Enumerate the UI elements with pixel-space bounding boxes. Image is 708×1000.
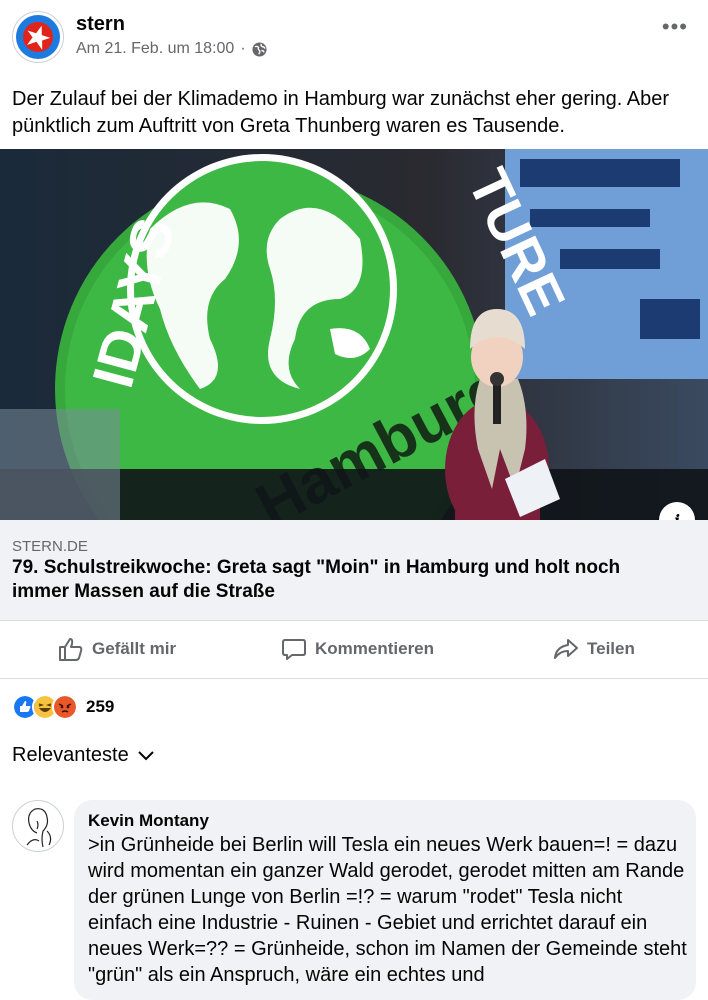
- page-avatar[interactable]: [12, 11, 64, 63]
- sort-label: Relevanteste: [12, 744, 129, 766]
- post-meta: Am 21. Feb. um 18:00 ·: [76, 40, 267, 58]
- page-name[interactable]: stern: [76, 13, 125, 36]
- post-timestamp[interactable]: Am 21. Feb. um 18:00: [76, 40, 234, 58]
- post-header: stern Am 21. Feb. um 18:00 · •••: [0, 0, 708, 80]
- meta-separator: ·: [240, 40, 246, 57]
- link-title[interactable]: 79. Schulstreikwoche: Greta sagt "Moin" …: [12, 556, 682, 604]
- photo-illustration: IDAYS TURE Hamburg: [0, 149, 708, 520]
- like-label: Gefällt mir: [92, 639, 177, 658]
- comment-button[interactable]: Kommentieren: [281, 636, 434, 662]
- angry-reaction-icon: [52, 694, 78, 720]
- link-preview[interactable]: STERN.DE 79. Schulstreikwoche: Greta sag…: [0, 520, 708, 621]
- reaction-summary[interactable]: 259: [12, 694, 114, 720]
- chevron-down-icon: [138, 750, 154, 760]
- post-text: Der Zulauf bei der Klimademo in Hamburg …: [12, 88, 669, 137]
- comment-text: >in Grünheide bei Berlin will Tesla ein …: [88, 834, 687, 986]
- stern-logo: [16, 15, 60, 59]
- globe-icon: [252, 41, 267, 57]
- share-label: Teilen: [587, 639, 635, 658]
- comment-label: Kommentieren: [315, 639, 435, 658]
- post-actions: Gefällt mir Kommentieren Teilen: [0, 620, 708, 679]
- sketch-face-icon: [26, 808, 52, 848]
- comment-icon: [282, 639, 306, 660]
- star-icon: [26, 25, 51, 50]
- commenter-avatar[interactable]: [12, 800, 64, 852]
- comment-bubble: Kevin Montany >in Grünheide bei Berlin w…: [74, 800, 696, 1000]
- link-domain: STERN.DE: [12, 538, 88, 555]
- more-options-icon[interactable]: •••: [662, 14, 688, 40]
- post-photo[interactable]: IDAYS TURE Hamburg: [0, 149, 708, 520]
- reaction-count: 259: [86, 697, 115, 716]
- comment-sort-dropdown[interactable]: Relevanteste: [12, 744, 155, 767]
- share-icon: [554, 639, 578, 659]
- thumbs-up-icon: [59, 638, 83, 661]
- share-button[interactable]: Teilen: [553, 636, 635, 662]
- like-button[interactable]: Gefällt mir: [58, 636, 176, 662]
- comment-author[interactable]: Kevin Montany: [88, 811, 209, 831]
